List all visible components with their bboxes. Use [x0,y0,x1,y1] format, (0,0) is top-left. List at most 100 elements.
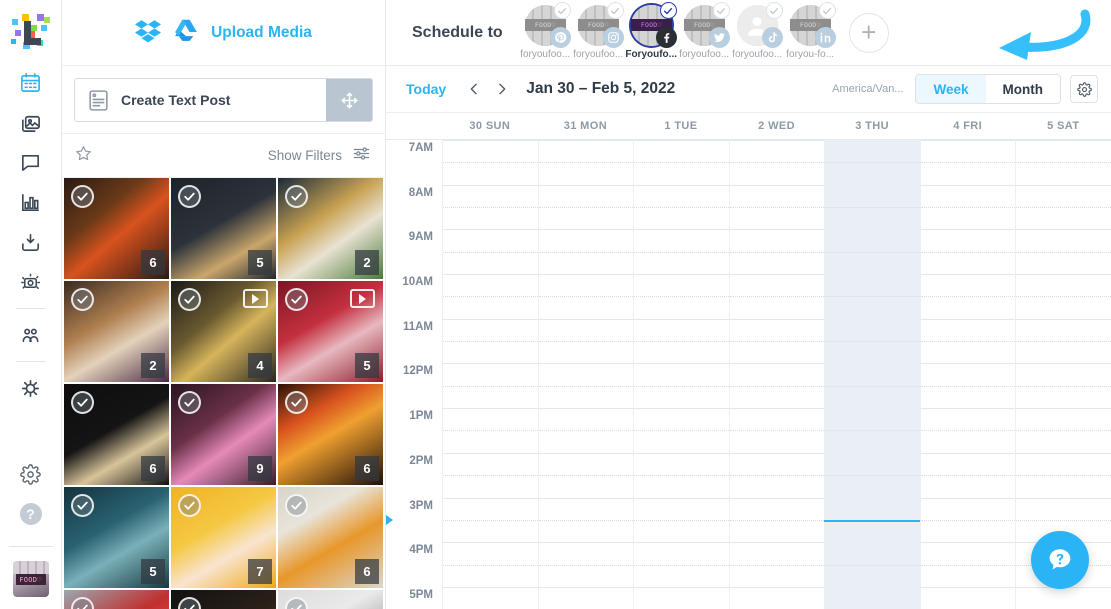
sidebar-item-linkin-bio[interactable] [0,368,62,408]
media-thumbnail[interactable]: 6 [64,178,169,279]
account-check-icon[interactable] [818,2,836,19]
calendar-slot[interactable] [919,408,1016,453]
calendar-slot[interactable] [1015,274,1111,319]
upload-media-link[interactable]: Upload Media [211,24,312,42]
media-thumbnail[interactable]: 4 [171,281,276,382]
today-button[interactable]: Today [406,81,446,97]
check-icon[interactable] [285,494,308,517]
check-icon[interactable] [285,185,308,208]
calendar-slot[interactable] [537,408,634,453]
calendar-slot[interactable] [537,586,634,609]
calendar-slot[interactable] [728,497,825,543]
calendar-slot[interactable] [1015,140,1111,185]
account-avatar-instagram[interactable]: FOOD♡ foryoufoo... [572,2,625,60]
sidebar-item-conversations[interactable] [0,142,62,182]
calendar-slot[interactable] [728,318,825,364]
sidebar-item-discover[interactable] [0,262,62,302]
calendar-slot[interactable] [537,274,634,319]
chevron-left-icon[interactable] [460,75,488,103]
app-logo[interactable] [0,0,61,62]
calendar-slot[interactable] [633,408,729,453]
calendar-slot[interactable] [824,452,920,498]
calendar-slot[interactable] [442,140,538,185]
calendar-slot[interactable] [919,586,1016,609]
media-thumbnail[interactable]: 6 [278,384,383,485]
calendar-slot[interactable] [537,229,634,275]
tab-month[interactable]: Month [985,75,1060,103]
calendar-slot[interactable] [633,140,729,185]
settings-button[interactable] [0,454,62,494]
check-icon[interactable] [285,391,308,414]
calendar-slot[interactable] [1015,184,1111,230]
dropbox-icon[interactable] [135,17,162,48]
calendar-slot[interactable] [442,452,538,498]
account-check-icon[interactable] [712,2,730,19]
check-icon[interactable] [285,288,308,311]
media-thumbnail[interactable] [171,590,276,609]
calendar-slot[interactable] [537,363,634,409]
calendar-slot[interactable] [537,542,634,587]
calendar-slot[interactable] [824,140,920,185]
sidebar-item-collect[interactable] [0,222,62,262]
calendar-slot[interactable] [442,497,538,543]
sidebar-item-analytics[interactable] [0,182,62,222]
account-check-icon[interactable] [553,2,571,19]
calendar-slot[interactable] [633,497,729,543]
check-icon[interactable] [71,391,94,414]
google-drive-icon[interactable] [173,17,199,48]
calendar-slot[interactable] [919,274,1016,319]
media-thumbnail[interactable]: 5 [64,487,169,588]
calendar-slot[interactable] [442,184,538,230]
calendar-slot[interactable] [728,274,825,319]
calendar-slot[interactable] [633,229,729,275]
calendar-slot[interactable] [919,140,1016,185]
calendar-scroll[interactable]: 7AM 8AM 9AM 10AM 11AM 12PM 1PM 2PM 3PM 4PM 5PM [386,140,1111,609]
account-check-icon[interactable] [765,2,783,19]
calendar-slot[interactable] [537,184,634,230]
check-icon[interactable] [71,288,94,311]
calendar-slot[interactable] [442,542,538,587]
media-thumbnail[interactable]: 2 [278,178,383,279]
help-chat-widget[interactable] [1031,531,1089,589]
account-avatar-pinterest[interactable]: FOOD♡ foryoufoo... [519,2,572,60]
calendar-slot[interactable] [1015,452,1111,498]
calendar-slot[interactable] [728,542,825,587]
account-avatar-linkedin[interactable]: FOOD♡ foryou-fo... [784,2,837,60]
check-icon[interactable] [178,494,201,517]
account-avatar-tiktok[interactable]: foryoufoo... [731,2,784,60]
calendar-slot[interactable] [728,229,825,275]
calendar-slot[interactable] [537,318,634,364]
calendar-slot[interactable] [633,452,729,498]
media-thumbnail[interactable]: 9 [171,384,276,485]
calendar-slot[interactable] [633,274,729,319]
create-text-post-button[interactable]: Create Text Post [74,78,373,122]
sidebar-item-team[interactable] [0,315,62,355]
calendar-slot[interactable] [633,586,729,609]
calendar-slot[interactable] [824,408,920,453]
calendar-slot[interactable] [728,586,825,609]
check-icon[interactable] [178,288,201,311]
calendar-slot[interactable] [919,363,1016,409]
add-account-button[interactable]: + [848,12,889,53]
sidebar-item-media[interactable] [0,102,62,142]
calendar-slot[interactable] [442,586,538,609]
help-button[interactable]: ? [0,494,62,534]
star-icon[interactable] [74,144,93,168]
calendar-slot[interactable] [442,363,538,409]
sidebar-item-calendar[interactable] [0,62,62,102]
calendar-slot[interactable] [919,497,1016,543]
sliders-icon[interactable] [352,144,371,168]
calendar-slot[interactable] [919,542,1016,587]
timezone-label[interactable]: America/Van... [832,83,903,95]
calendar-slot[interactable] [633,542,729,587]
check-icon[interactable] [71,494,94,517]
calendar-slot[interactable] [633,363,729,409]
calendar-slot[interactable] [442,408,538,453]
account-avatar-twitter[interactable]: FOOD♡ foryoufoo... [678,2,731,60]
media-thumbnail[interactable]: 6 [278,487,383,588]
media-thumbnail[interactable]: 6 [64,384,169,485]
check-icon[interactable] [71,185,94,208]
calendar-slot[interactable] [824,184,920,230]
media-thumbnail[interactable]: 7 [171,487,276,588]
calendar-slot[interactable] [728,363,825,409]
